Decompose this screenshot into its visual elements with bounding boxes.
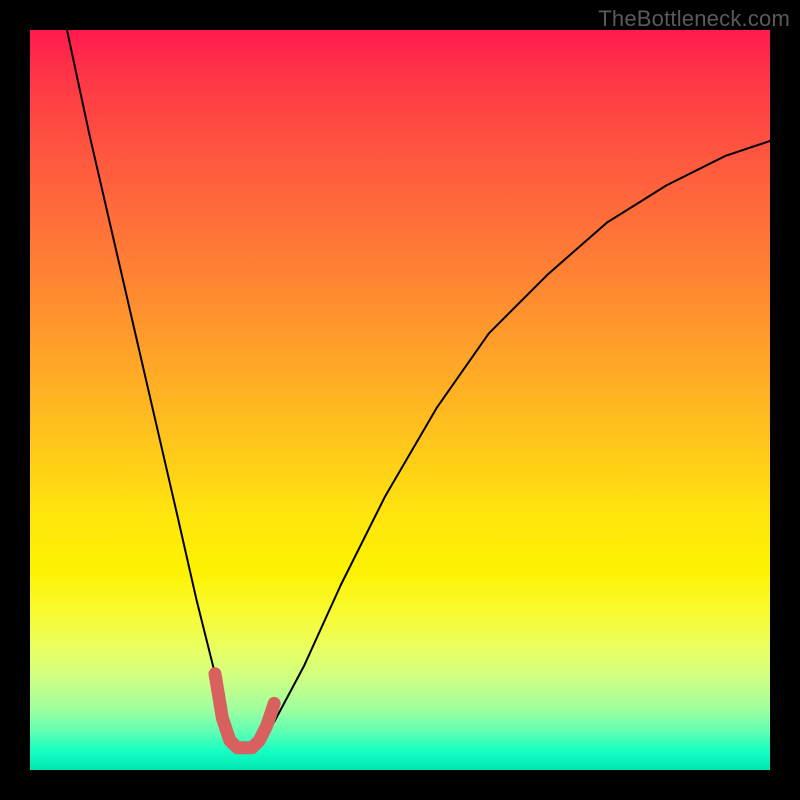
- chart-container: TheBottleneck.com: [0, 0, 800, 800]
- watermark-text: TheBottleneck.com: [598, 6, 790, 32]
- bottom-highlight-path: [215, 674, 274, 748]
- plot-area: [30, 30, 770, 770]
- curve-svg: [30, 30, 770, 770]
- main-curve-path: [67, 30, 770, 748]
